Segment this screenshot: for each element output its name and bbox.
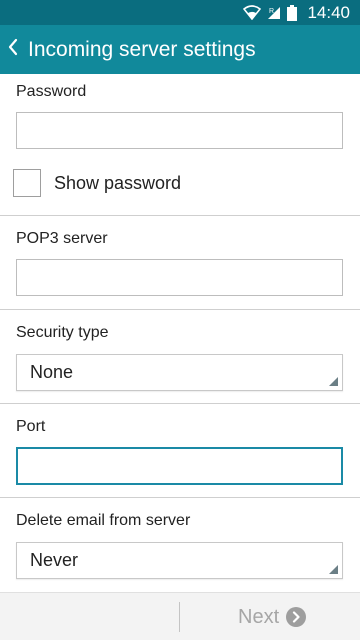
back-button[interactable] (0, 25, 22, 74)
wifi-icon (243, 5, 262, 20)
action-bar: Incoming server settings (0, 25, 360, 74)
password-input[interactable] (17, 113, 342, 148)
port-label: Port (16, 418, 46, 435)
divider (0, 403, 360, 404)
port-field[interactable] (16, 447, 343, 485)
bottom-bar: Next (0, 592, 360, 640)
security-type-label: Security type (16, 324, 109, 341)
port-input[interactable] (18, 449, 341, 483)
svg-text:R: R (269, 8, 274, 15)
password-label: Password (16, 83, 87, 100)
divider (0, 497, 360, 498)
pop3-server-field[interactable] (16, 259, 343, 296)
bottom-separator (179, 602, 180, 632)
delete-email-select[interactable]: Never (16, 542, 343, 579)
divider (0, 215, 360, 216)
signal-icon: R (267, 5, 281, 20)
dropdown-triangle-icon (329, 377, 338, 386)
security-type-value: None (30, 362, 74, 382)
chevron-right-circle-icon (286, 607, 307, 627)
next-button[interactable]: Next (238, 593, 307, 640)
delete-email-label: Delete email from server (16, 512, 191, 529)
status-bar: R 14:40 (0, 0, 360, 25)
divider (0, 309, 360, 310)
show-password-checkbox[interactable] (13, 169, 41, 197)
show-password-label: Show password (54, 173, 182, 193)
next-label: Next (238, 605, 280, 628)
status-time: 14:40 (307, 2, 350, 22)
page-title: Incoming server settings (28, 37, 256, 61)
pop3-server-label: POP3 server (16, 230, 108, 247)
battery-icon (287, 4, 298, 21)
settings-form: Password Show password POP3 server Secur… (0, 74, 360, 592)
dropdown-triangle-icon (329, 565, 338, 574)
delete-email-value: Never (30, 550, 79, 570)
security-type-select[interactable]: None (16, 354, 343, 391)
chevron-left-icon (8, 38, 18, 61)
pop3-server-input[interactable] (17, 260, 342, 295)
password-field[interactable] (16, 112, 343, 149)
